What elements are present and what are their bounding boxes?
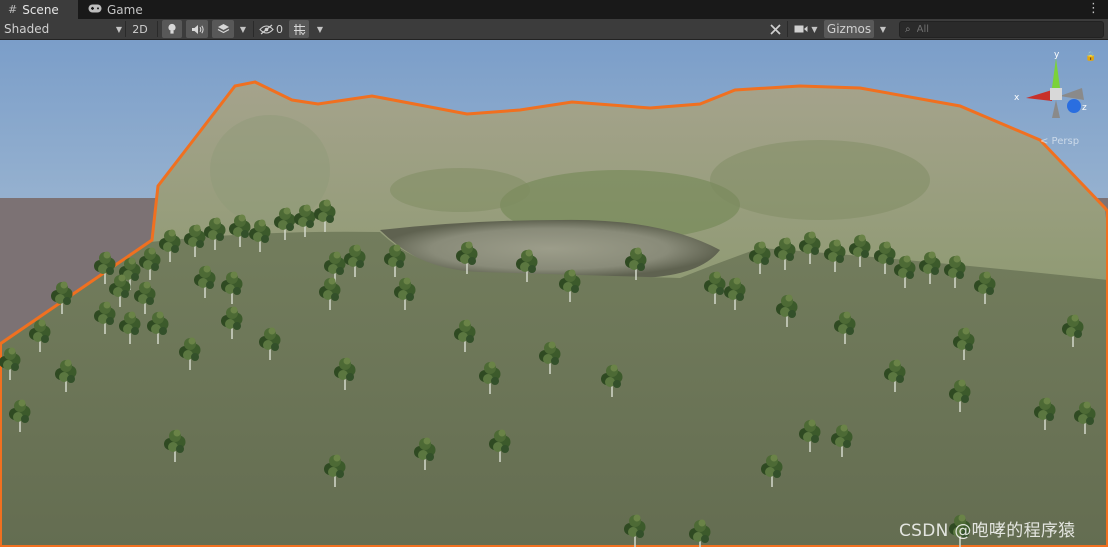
chevron-down-icon: ▼ xyxy=(115,24,122,34)
gizmo-z-label: z xyxy=(1082,103,1087,113)
camera-icon xyxy=(794,25,808,33)
toggle-2d-button[interactable]: 2D xyxy=(129,20,151,38)
toolbar-divider xyxy=(253,21,254,37)
search-input[interactable] xyxy=(916,24,1087,35)
tab-scene[interactable]: # Scene xyxy=(0,0,78,19)
gizmos-dropdown[interactable]: ▼ xyxy=(876,20,890,38)
gizmo-y-label: y xyxy=(1054,50,1060,60)
gizmo-x-label: x xyxy=(1014,93,1020,103)
audio-toggle-button[interactable] xyxy=(186,20,208,38)
gizmos-toggle-button[interactable]: Gizmos xyxy=(824,20,874,38)
grid-toggle-button[interactable] xyxy=(289,20,309,38)
lightbulb-icon xyxy=(168,23,176,34)
gizmo-z-axis[interactable] xyxy=(1067,99,1081,113)
grid-icon: # xyxy=(8,3,18,16)
hidden-objects-toggle[interactable]: 0 xyxy=(257,20,285,38)
gamepad-icon xyxy=(88,3,102,16)
speaker-icon xyxy=(191,24,204,34)
draw-mode-label: Shaded xyxy=(4,22,50,36)
toolbar-divider xyxy=(787,21,788,37)
gizmos-label: Gizmos xyxy=(826,22,872,36)
gizmo-neg-x-axis[interactable] xyxy=(1060,88,1084,100)
terrain-patch xyxy=(210,115,330,225)
chevron-down-icon: ▼ xyxy=(811,24,818,34)
effects-toggle-button[interactable] xyxy=(212,20,234,38)
toolbar-divider xyxy=(125,21,126,37)
chevron-down-icon: ▼ xyxy=(316,24,324,34)
tools-button[interactable] xyxy=(765,20,785,38)
tab-bar: # Scene Game ⋮ xyxy=(0,0,1108,19)
terrain-patch xyxy=(390,168,530,212)
scene-render xyxy=(0,40,1108,547)
projection-label[interactable]: < Persp xyxy=(1040,136,1079,147)
terrain-ground xyxy=(0,231,1108,547)
draw-mode-dropdown[interactable]: Shaded ▼ xyxy=(4,20,122,38)
more-options-icon[interactable]: ⋮ xyxy=(1087,1,1100,17)
camera-settings-dropdown[interactable]: ▼ xyxy=(791,20,821,38)
watermark: CSDN @咆哮的程序猿 xyxy=(899,521,1076,541)
search-icon: ⌕ xyxy=(905,24,911,35)
tools-icon xyxy=(769,23,781,35)
hierarchy-search[interactable]: ⌕ xyxy=(899,21,1104,38)
gizmo-y-axis[interactable] xyxy=(1052,58,1060,88)
tab-game-label: Game xyxy=(107,2,143,17)
gizmo-x-axis[interactable] xyxy=(1026,90,1052,101)
scene-orientation-gizmo[interactable]: y x z xyxy=(1012,48,1096,128)
lock-icon[interactable]: 🔒 xyxy=(1085,52,1096,62)
terrain-patch xyxy=(710,140,930,220)
grid-dropdown[interactable]: ▼ xyxy=(313,20,327,38)
tab-scene-label: Scene xyxy=(22,2,59,17)
lighting-toggle-button[interactable] xyxy=(162,20,182,38)
tab-game[interactable]: Game xyxy=(80,0,151,19)
grid-snap-icon xyxy=(293,23,305,35)
gizmo-neg-y-axis[interactable] xyxy=(1052,100,1060,118)
chevron-down-icon: ▼ xyxy=(879,24,887,34)
scene-viewport[interactable]: y x z 🔒 < Persp CSDN @咆哮的程序猿 xyxy=(0,40,1108,547)
chevron-down-icon: ▼ xyxy=(239,24,247,34)
scene-toolbar: Shaded ▼ 2D ▼ 0 ▼ ▼ Gizmos ▼ ⌕ xyxy=(0,19,1108,40)
toolbar-divider xyxy=(157,21,158,37)
gizmo-center-cube[interactable] xyxy=(1050,88,1062,100)
eye-slash-icon xyxy=(259,24,274,34)
layers-icon xyxy=(217,24,229,34)
toggle-2d-label: 2D xyxy=(132,22,148,36)
hidden-count: 0 xyxy=(276,22,283,36)
effects-dropdown[interactable]: ▼ xyxy=(236,20,250,38)
